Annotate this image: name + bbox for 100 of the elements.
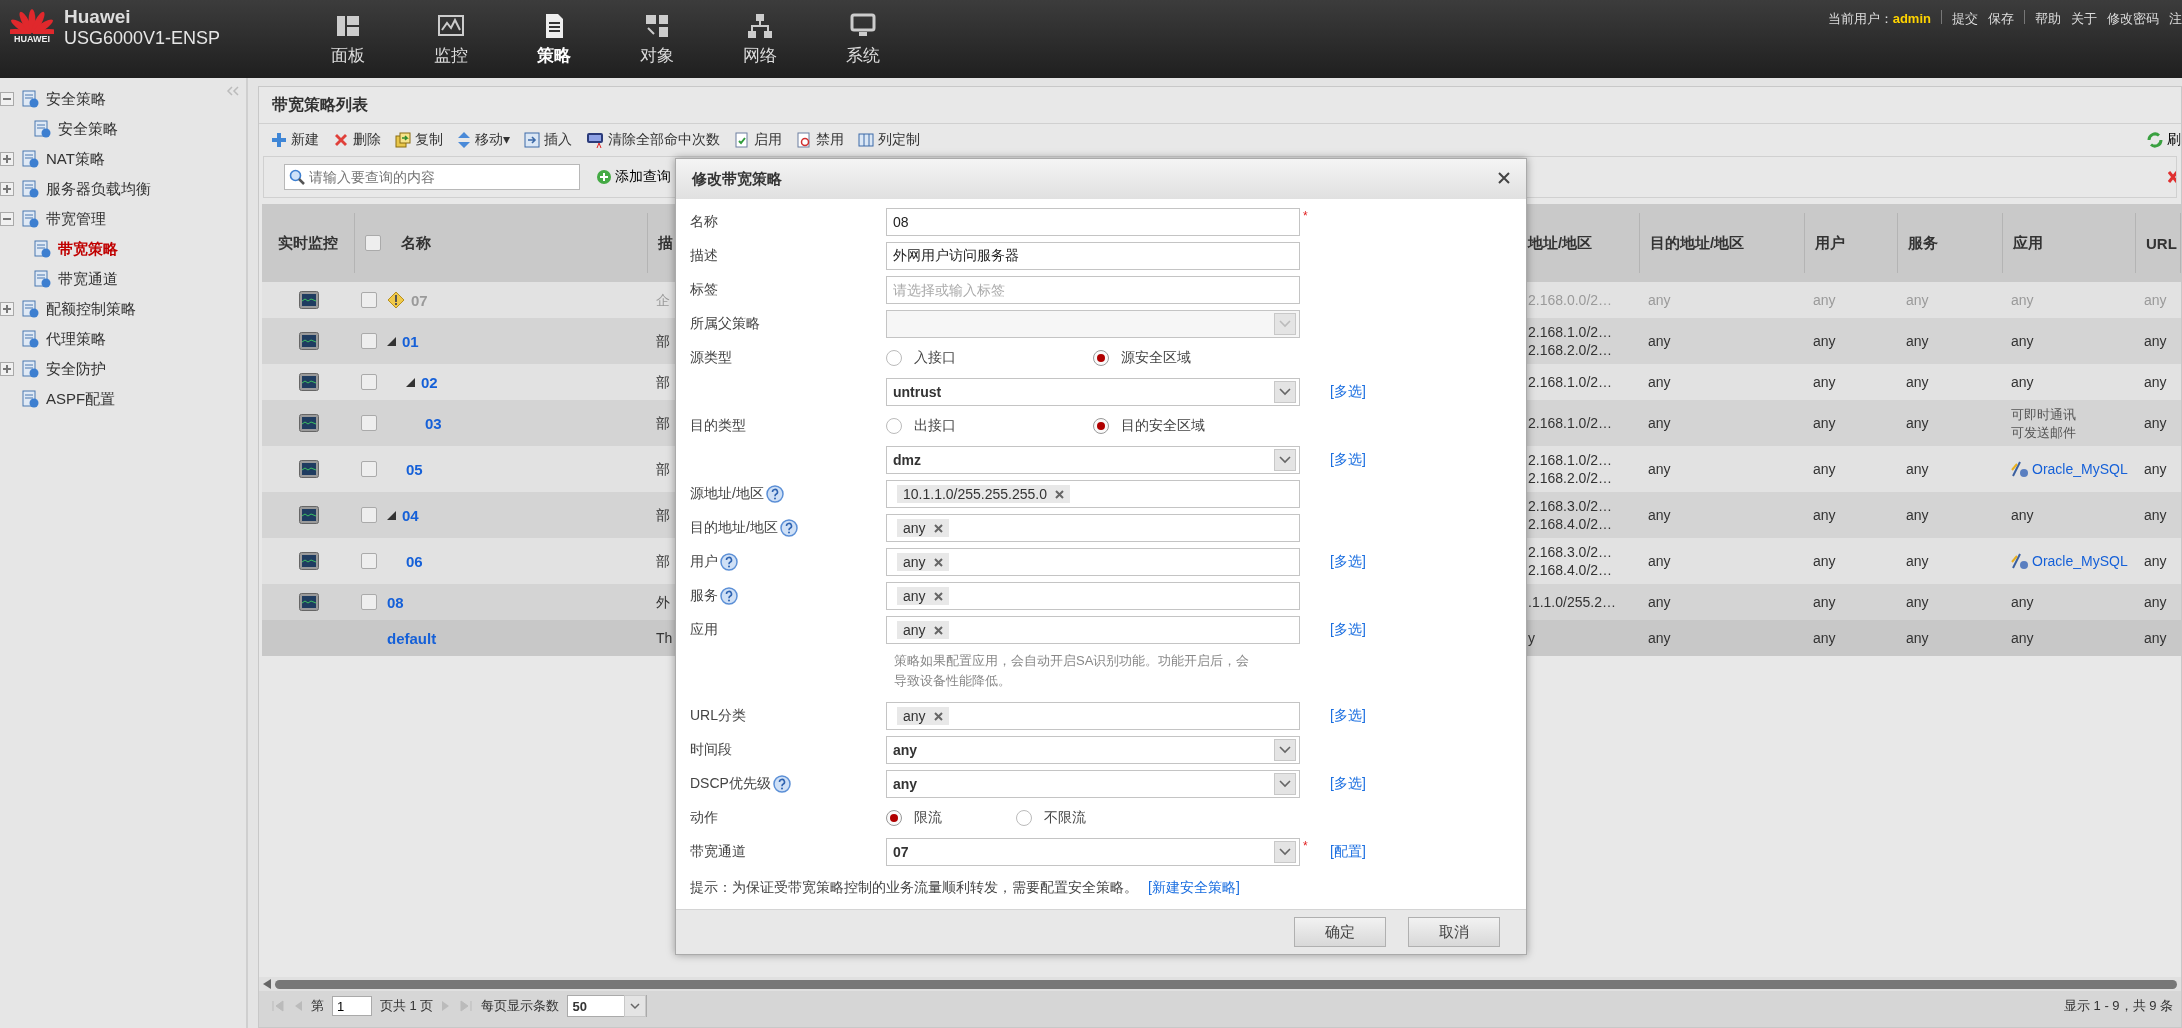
dropdown-field[interactable]: 07 bbox=[886, 838, 1300, 866]
text-field[interactable]: 请选择或输入标签 bbox=[886, 276, 1300, 304]
checkbox[interactable] bbox=[361, 415, 377, 431]
page-size-dropdown[interactable]: 50 bbox=[567, 995, 648, 1017]
close-icon[interactable] bbox=[933, 591, 943, 601]
tag-chip[interactable]: 10.1.1.0/255.255.255.0 bbox=[897, 485, 1071, 503]
radio-button[interactable] bbox=[1093, 350, 1109, 366]
refresh-button[interactable]: 刷 bbox=[2146, 131, 2181, 149]
expanded-triangle-icon[interactable] bbox=[406, 377, 415, 387]
new-policy-link[interactable]: [新建安全策略] bbox=[1148, 879, 1240, 897]
dropdown-button[interactable] bbox=[1274, 773, 1296, 795]
cross-icon[interactable] bbox=[2168, 170, 2176, 184]
multi-select-link[interactable]: [配置] bbox=[1330, 843, 1512, 861]
close-icon[interactable] bbox=[933, 523, 943, 533]
radio-label[interactable]: 目的安全区域 bbox=[1121, 417, 1205, 435]
multi-select-link[interactable]: [多选] bbox=[1330, 383, 1512, 401]
monitor-icon[interactable] bbox=[298, 414, 319, 432]
radio-label[interactable]: 源安全区域 bbox=[1121, 349, 1191, 367]
application-link[interactable]: Oracle_MySQL bbox=[2032, 461, 2128, 477]
policy-name-link[interactable]: 01 bbox=[402, 332, 419, 350]
tag-chip[interactable]: any bbox=[897, 587, 949, 605]
monitor-icon[interactable] bbox=[298, 593, 319, 611]
expand-icon[interactable] bbox=[0, 302, 14, 316]
sidebar-item[interactable]: 带宽管理 bbox=[46, 209, 106, 229]
dropdown-button[interactable] bbox=[1274, 841, 1296, 863]
multi-select-link[interactable]: [多选] bbox=[1330, 707, 1512, 725]
nav-tab[interactable]: 对象 bbox=[605, 12, 708, 67]
dropdown-button[interactable] bbox=[1274, 739, 1296, 761]
sidebar-item[interactable]: 安全策略 bbox=[46, 89, 106, 109]
tag-chip[interactable]: any bbox=[897, 621, 949, 639]
help-icon[interactable] bbox=[720, 587, 738, 605]
expanded-triangle-icon[interactable] bbox=[387, 336, 396, 346]
dropdown-field[interactable]: any bbox=[886, 736, 1300, 764]
multi-select-link[interactable]: [多选] bbox=[1330, 775, 1512, 793]
monitor-icon[interactable] bbox=[298, 373, 319, 391]
expand-icon[interactable] bbox=[0, 152, 14, 166]
toolbar-button[interactable]: 删除 bbox=[333, 131, 381, 149]
toolbar-button[interactable]: 列定制 bbox=[858, 131, 921, 149]
tag-chip[interactable]: any bbox=[897, 519, 949, 537]
radio-button[interactable] bbox=[1093, 418, 1109, 434]
monitor-icon[interactable] bbox=[298, 552, 319, 570]
dropdown-button[interactable] bbox=[1274, 381, 1296, 403]
nav-tab[interactable]: 策略 bbox=[502, 12, 605, 67]
toolbar-button[interactable]: 新建 bbox=[271, 131, 319, 149]
left-arrow-icon[interactable] bbox=[263, 979, 271, 989]
nav-tab[interactable]: 系统 bbox=[811, 12, 914, 67]
dialog-button[interactable]: 取消 bbox=[1408, 917, 1500, 947]
close-icon[interactable] bbox=[1055, 489, 1065, 499]
dropdown-button[interactable] bbox=[1274, 449, 1296, 471]
tag-chip[interactable]: any bbox=[897, 707, 949, 725]
help-icon[interactable] bbox=[720, 553, 738, 571]
radio-label[interactable]: 不限流 bbox=[1044, 809, 1086, 827]
help-icon[interactable] bbox=[765, 485, 784, 503]
checkbox[interactable] bbox=[361, 594, 377, 610]
close-icon[interactable] bbox=[933, 711, 943, 721]
help-icon[interactable] bbox=[772, 775, 791, 793]
expand-icon[interactable] bbox=[0, 182, 14, 196]
help-icon[interactable] bbox=[779, 519, 798, 537]
checkbox[interactable] bbox=[361, 374, 377, 390]
multi-select-link[interactable]: [多选] bbox=[1330, 553, 1512, 571]
sidebar-item[interactable]: ASPF配置 bbox=[46, 389, 116, 409]
close-icon[interactable] bbox=[933, 557, 943, 567]
collapse-icon[interactable] bbox=[0, 212, 14, 226]
sidebar-item[interactable]: 带宽通道 bbox=[58, 269, 118, 289]
dropdown-field[interactable]: untrust bbox=[886, 378, 1300, 406]
toolbar-button[interactable]: 启用 bbox=[734, 131, 783, 149]
sidebar-item[interactable]: 服务器负载均衡 bbox=[46, 179, 151, 199]
radio-button[interactable] bbox=[886, 810, 902, 826]
policy-name-link[interactable]: 02 bbox=[421, 373, 438, 391]
toolbar-button[interactable]: 复制 bbox=[395, 131, 443, 149]
radio-label[interactable]: 出接口 bbox=[914, 417, 956, 435]
page-field[interactable]: 1 bbox=[332, 996, 372, 1016]
policy-name-link[interactable]: 08 bbox=[387, 593, 404, 611]
toolbar-button[interactable]: 移动▾ bbox=[457, 131, 511, 149]
header-link[interactable]: 帮助 bbox=[2035, 10, 2061, 28]
expand-icon[interactable] bbox=[0, 362, 14, 376]
sidebar-item[interactable]: 安全策略 bbox=[58, 119, 118, 139]
scrollbar-thumb[interactable] bbox=[275, 979, 2177, 989]
text-field[interactable]: 08 bbox=[886, 208, 1300, 236]
policy-name-link[interactable]: 06 bbox=[406, 552, 423, 570]
radio-label[interactable]: 入接口 bbox=[914, 349, 956, 367]
monitor-icon[interactable] bbox=[298, 332, 319, 350]
nav-tab[interactable]: 监控 bbox=[399, 12, 502, 67]
collapse-icon[interactable] bbox=[0, 92, 14, 106]
add-query-button[interactable]: 添加查询 bbox=[596, 168, 671, 186]
checkbox[interactable] bbox=[365, 235, 381, 251]
header-link[interactable]: 注 bbox=[2169, 10, 2182, 28]
nav-tab[interactable]: 面板 bbox=[296, 12, 399, 67]
sidebar-item[interactable]: 安全防护 bbox=[46, 359, 106, 379]
multi-select-link[interactable]: [多选] bbox=[1330, 451, 1512, 469]
sidebar-item[interactable]: 代理策略 bbox=[46, 329, 106, 349]
policy-name-link[interactable]: 05 bbox=[406, 460, 423, 478]
checkbox[interactable] bbox=[361, 461, 377, 477]
header-link[interactable]: 保存 bbox=[1988, 10, 2014, 28]
tag-chip[interactable]: any bbox=[897, 553, 949, 571]
header-link[interactable]: 提交 bbox=[1952, 10, 1978, 28]
toolbar-button[interactable]: 清除全部命中次数 bbox=[586, 131, 721, 149]
checkbox[interactable] bbox=[361, 507, 377, 523]
toolbar-button[interactable]: 插入 bbox=[524, 131, 573, 149]
header-link[interactable]: 关于 bbox=[2071, 10, 2097, 28]
